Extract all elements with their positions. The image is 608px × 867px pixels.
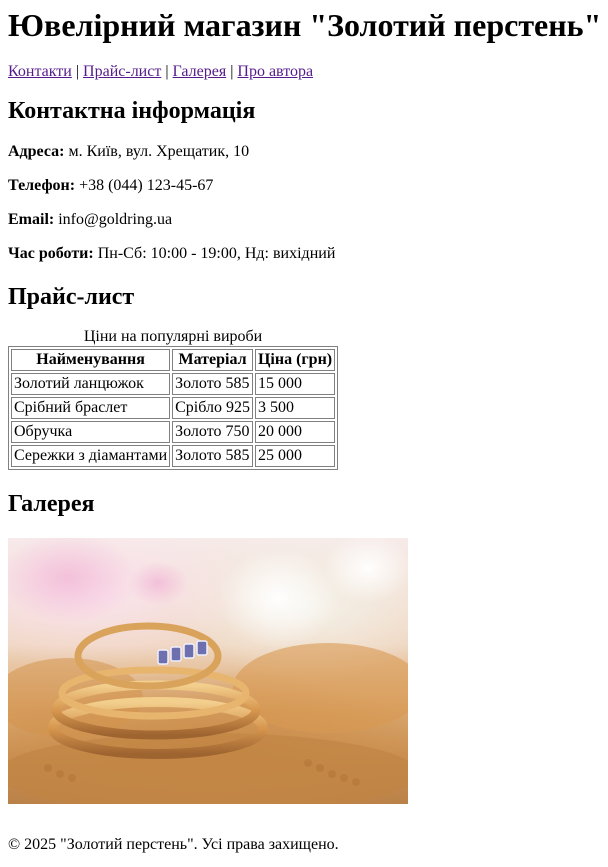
- cell-name: Сережки з діамантами: [11, 445, 171, 467]
- cell-price: 3 500: [254, 397, 336, 419]
- cell-price: 20 000: [254, 421, 336, 443]
- hours-value: Пн-Сб: 10:00 - 19:00, Нд: вихідний: [97, 245, 336, 262]
- email-line: Email: info@goldring.ua: [8, 211, 600, 229]
- page: Ювелірний магазин "Золотий перстень" Кон…: [0, 7, 608, 804]
- nav-separator: |: [230, 63, 234, 80]
- gallery-heading: Галерея: [8, 491, 95, 517]
- column-header-material: Матеріал: [172, 349, 253, 371]
- nav-separator: |: [75, 63, 80, 80]
- cell-name: Обручка: [11, 421, 171, 443]
- cell-material: Срібло 925: [172, 397, 253, 419]
- contact-info: Адреса: м. Київ, вул. Хрещатик, 10 Телеф…: [8, 143, 600, 263]
- address-label: Адреса:: [8, 143, 65, 160]
- hours-line: Час роботи: Пн-Сб: 10:00 - 19:00, Нд: ви…: [8, 245, 600, 263]
- nav-link-about-author[interactable]: Про автора: [237, 63, 313, 80]
- email-label: Email:: [8, 211, 55, 228]
- phone-value: +38 (044) 123-45-67: [79, 177, 214, 194]
- price-table-caption: Ціни на популярні вироби: [83, 328, 263, 345]
- price-table: Найменування Матеріал Ціна (грн) Золотий…: [8, 346, 339, 470]
- cell-material: Золото 585: [172, 445, 253, 467]
- price-table-block: Ціни на популярні вироби Найменування Ма…: [8, 328, 339, 470]
- cell-material: Золото 585: [172, 373, 253, 395]
- contact-heading: Контактна інформація: [8, 98, 256, 124]
- column-header-price: Ціна (грн): [254, 349, 336, 371]
- cell-price: 25 000: [254, 445, 336, 467]
- hours-label: Час роботи:: [8, 245, 94, 262]
- table-row: Золотий ланцюжок Золото 585 15 000: [11, 373, 336, 395]
- table-row: Срібний браслет Срібло 925 3 500: [11, 397, 336, 419]
- price-list-heading: Прайс-лист: [8, 284, 135, 310]
- nav-link-gallery[interactable]: Галерея: [173, 63, 227, 80]
- jewelry-illustration: [8, 538, 408, 804]
- gallery-jewelry-image: [8, 538, 408, 804]
- page-title: Ювелірний магазин "Золотий перстень": [8, 7, 602, 43]
- cell-name: Золотий ланцюжок: [11, 373, 171, 395]
- table-header-row: Найменування Матеріал Ціна (грн): [11, 349, 336, 371]
- table-row: Обручка Золото 750 20 000: [11, 421, 336, 443]
- cell-material: Золото 750: [172, 421, 253, 443]
- phone-line: Телефон: +38 (044) 123-45-67: [8, 177, 600, 195]
- nav-bar: Контакти | Прайс-лист | Галерея | Про ав…: [8, 63, 600, 81]
- address-value: м. Київ, вул. Хрещатик, 10: [68, 143, 250, 160]
- email-value: info@goldring.ua: [58, 211, 173, 228]
- phone-label: Телефон:: [8, 177, 76, 194]
- nav-link-contacts[interactable]: Контакти: [8, 63, 72, 80]
- footer-copyright: © 2025 "Золотий перстень". Усі права зах…: [8, 836, 339, 853]
- cell-name: Срібний браслет: [11, 397, 171, 419]
- nav-link-price-list[interactable]: Прайс-лист: [83, 63, 161, 80]
- nav-separator: |: [165, 63, 169, 80]
- column-header-name: Найменування: [11, 349, 171, 371]
- table-row: Сережки з діамантами Золото 585 25 000: [11, 445, 336, 467]
- address-line: Адреса: м. Київ, вул. Хрещатик, 10: [8, 143, 600, 161]
- cell-price: 15 000: [254, 373, 336, 395]
